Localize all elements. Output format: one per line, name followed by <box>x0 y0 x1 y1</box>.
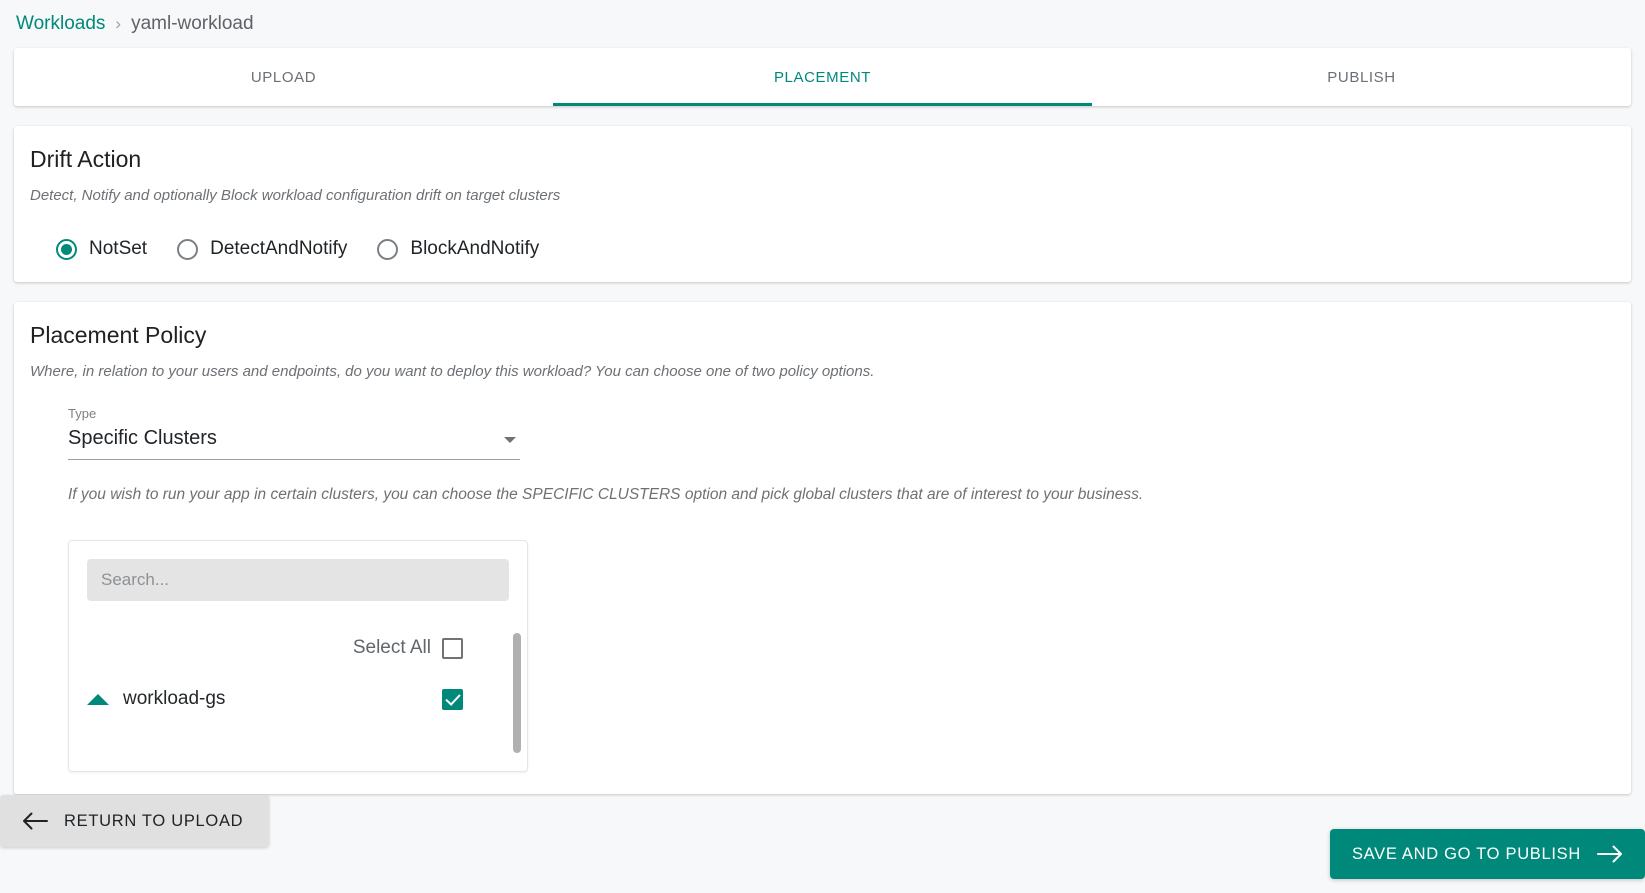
placement-policy-card: Placement Policy Where, in relation to y… <box>14 302 1631 794</box>
cluster-checkbox[interactable] <box>442 688 463 710</box>
arrow-left-icon <box>22 812 48 830</box>
return-to-upload-button[interactable]: RETURN TO UPLOAD <box>0 795 270 847</box>
triangle-up-icon[interactable] <box>87 693 109 705</box>
save-and-go-to-publish-button[interactable]: SAVE AND GO TO PUBLISH <box>1329 829 1645 879</box>
cluster-name-label: workload-gs <box>123 688 226 709</box>
radio-mark-icon <box>177 238 199 260</box>
radio-option-blockandnotify[interactable]: BlockAndNotify <box>377 238 539 260</box>
placement-type-select[interactable]: Specific Clusters <box>68 427 520 460</box>
wizard-tabs: UPLOAD PLACEMENT PUBLISH <box>14 48 1631 106</box>
placement-policy-title: Placement Policy <box>30 322 207 348</box>
select-all-checkbox[interactable] <box>442 637 463 659</box>
select-all-row: Select All <box>87 637 509 659</box>
drift-action-title: Drift Action <box>30 146 142 172</box>
cluster-list-scrollbar[interactable] <box>513 633 521 753</box>
radio-option-notset[interactable]: NotSet <box>56 238 147 260</box>
breadcrumb: Workloads › yaml-workload <box>0 0 1645 48</box>
tab-upload[interactable]: UPLOAD <box>14 48 553 106</box>
radio-option-detectandnotify[interactable]: DetectAndNotify <box>177 238 347 260</box>
chevron-down-icon <box>504 437 516 443</box>
radio-mark-icon <box>56 238 77 260</box>
radio-label-detectandnotify: DetectAndNotify <box>210 238 348 259</box>
tab-placement[interactable]: PLACEMENT <box>553 48 1092 106</box>
search-input[interactable] <box>87 559 509 601</box>
select-all-label: Select All <box>352 637 431 658</box>
radio-label-notset: NotSet <box>89 238 148 259</box>
save-and-go-to-publish-label: SAVE AND GO TO PUBLISH <box>1351 844 1581 863</box>
placement-policy-subtitle: Where, in relation to your users and end… <box>30 363 875 380</box>
footer-action-bar: RETURN TO UPLOAD SAVE AND GO TO PUBLISH <box>0 785 1645 893</box>
breadcrumb-separator-icon: › <box>115 14 122 33</box>
radio-mark-icon <box>377 238 399 260</box>
list-item[interactable]: workload-gs <box>87 688 509 710</box>
radio-label-blockandnotify: BlockAndNotify <box>410 238 540 259</box>
arrow-right-icon <box>1597 845 1623 863</box>
placement-type-label: Type <box>68 406 97 421</box>
return-to-upload-label: RETURN TO UPLOAD <box>64 811 244 830</box>
drift-action-card: Drift Action Detect, Notify and optional… <box>14 126 1631 282</box>
placement-policy-hint: If you wish to run your app in certain c… <box>68 486 1144 503</box>
drift-action-radio-group: NotSet DetectAndNotify BlockAndNotify <box>30 238 1615 260</box>
cluster-picker: Select All workload-gs <box>68 540 528 772</box>
drift-action-subtitle: Detect, Notify and optionally Block work… <box>30 187 561 204</box>
placement-type-value: Specific Clusters <box>68 427 217 449</box>
breadcrumb-current: yaml-workload <box>131 13 254 34</box>
tab-publish[interactable]: PUBLISH <box>1092 48 1631 106</box>
placement-type-field: Type Specific Clusters <box>30 406 1615 460</box>
breadcrumb-link-workloads[interactable]: Workloads <box>16 13 105 35</box>
